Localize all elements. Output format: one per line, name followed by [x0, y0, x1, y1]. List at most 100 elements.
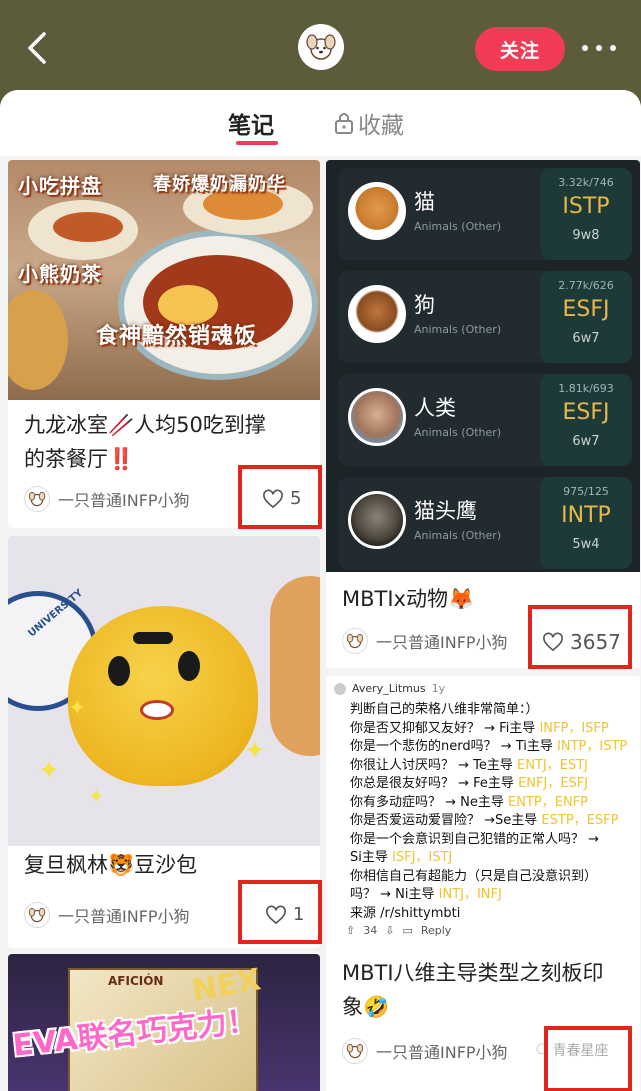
more-options-button[interactable]	[582, 40, 616, 56]
cover-caption: 小吃拼盘	[18, 174, 102, 198]
note-title-line: MBTI八维主导类型之刻板印	[342, 961, 604, 985]
mbti-category: Animals (Other)	[414, 529, 502, 542]
mbti-type-box: 975/125 INTP 5w4	[540, 477, 632, 569]
cover-caption: 春娇爆奶漏奶华	[153, 174, 286, 195]
dog-avatar-icon	[28, 491, 46, 507]
chevron-left-icon	[28, 32, 46, 64]
mbti-types-highlight: ENTP，ENFP	[503, 794, 588, 810]
reddit-comment-line: 你是否爱运动爱冒险？ →Se主导 ESTP，ESFP	[350, 809, 618, 828]
author-avatar	[342, 628, 368, 654]
content-panel: 笔记 收藏 小吃拼盘 春娇爆奶漏奶华 小熊奶茶 食神黯然销魂饭 九龙冰室🥢人均5…	[0, 90, 641, 1091]
reddit-age: 1y	[431, 682, 446, 695]
highlight-box	[238, 880, 322, 944]
reddit-comment-text: 你有多动症吗？ → Ne主导	[350, 794, 504, 810]
more-dot-icon	[610, 45, 616, 51]
tab-favorites[interactable]: 收藏	[334, 106, 404, 140]
note-cover-image: 小吃拼盘 春娇爆奶漏奶华 小熊奶茶 食神黯然销魂饭	[8, 160, 320, 400]
mbti-types-highlight: ENTJ，ESTJ	[512, 757, 588, 773]
reddit-comment-text: Si主导	[350, 850, 388, 865]
note-author[interactable]: 一只普通INFP小狗	[24, 486, 190, 512]
mbti-type-box: 2.77k/626 ESFJ 6w7	[540, 271, 632, 363]
highlight-box	[544, 1026, 632, 1091]
author-name: 一只普通INFP小狗	[376, 633, 508, 652]
reddit-comment-line: Si主导 ISFJ，ISTJ	[350, 846, 452, 865]
reddit-comment-line: 你很让人讨厌吗？ → Te主导 ENTJ，ESTJ	[350, 754, 588, 773]
reply-label: Reply	[420, 924, 452, 937]
author-avatar	[24, 486, 50, 512]
dog-icon	[348, 285, 406, 343]
mbti-wing: 9w8	[572, 228, 600, 243]
reddit-comment-text: 你是一个会意识到自己犯错的正常人吗？ →	[350, 831, 600, 847]
note-card-mbti-animals[interactable]: 猫 Animals (Other) 3.32k/746 ISTP 9w8 狗 A…	[326, 160, 640, 668]
mbti-stat: 3.32k/746	[558, 176, 614, 189]
note-title-line: 象🤣	[342, 995, 390, 1019]
cover-caption: 小熊奶茶	[18, 262, 102, 286]
profile-avatar[interactable]	[298, 24, 344, 70]
mbti-name: 狗	[414, 293, 435, 317]
mbti-types-highlight: INFP，ISFP	[535, 720, 609, 736]
reddit-comment-line: 你有多动症吗？ → Ne主导 ENTP，ENFP	[350, 791, 588, 810]
mbti-type-box: 1.81k/693 ESFJ 6w7	[540, 374, 632, 466]
author-avatar	[342, 1038, 368, 1064]
mbti-category: Animals (Other)	[414, 426, 502, 439]
author-name: 一只普通INFP小狗	[58, 907, 190, 926]
highlight-box	[238, 465, 322, 529]
reddit-avatar-icon	[334, 682, 346, 695]
note-title-line: 九龙冰室🥢人均50吃到撑	[24, 413, 266, 437]
note-author[interactable]: 一只普通INFP小狗	[342, 628, 508, 654]
mbti-type-box: 3.32k/746 ISTP 9w8	[540, 168, 632, 260]
note-title-line: 复旦枫林🐯豆沙包	[24, 853, 198, 877]
reddit-comment-line: 来源 /r/shittymbti	[350, 902, 460, 921]
note-title: 复旦枫林🐯豆沙包	[24, 848, 197, 882]
reply-icon: ▭	[402, 924, 413, 937]
note-card-chocolate[interactable]: AFICIÓN NEX EVA联名巧克力！	[8, 954, 320, 1091]
mbti-stat: 1.81k/693	[558, 382, 614, 395]
mbti-stat: 2.77k/626	[558, 279, 614, 292]
mbti-types-highlight: ISFJ，ISTJ	[387, 850, 453, 865]
reddit-comment-text: 你很让人讨厌吗？ → Te主导	[350, 757, 513, 773]
reddit-comment-text: 你总是很友好吗？ → Fe主导	[350, 776, 514, 791]
tab-notes[interactable]: 笔记	[228, 106, 274, 140]
reddit-comment-line: 你是一个悲伤的nerd吗？ → Ti主导 INTP，ISTP	[350, 735, 627, 754]
active-tab-indicator	[236, 141, 278, 145]
note-author[interactable]: 一只普通INFP小狗	[342, 1038, 508, 1064]
mbti-types-highlight: INTP，ISTP	[552, 739, 628, 754]
mbti-wing: 6w7	[572, 331, 600, 346]
note-title: MBTI八维主导类型之刻板印 象🤣	[342, 956, 604, 1024]
reddit-comment-text: 你是否爱运动爱冒险？ →Se主导	[350, 813, 538, 828]
reddit-comment-text: 你是否又抑郁又友好？ → Fi主导	[350, 720, 536, 736]
reddit-comment-line: 判断自己的荣格八维非常简单：）	[350, 698, 539, 717]
more-dot-icon	[596, 45, 602, 51]
note-cover-image: AFICIÓN NEX EVA联名巧克力！	[8, 954, 320, 1091]
note-cover-image: UNIVERSITY ✦ ✦ ✦ ✦	[8, 536, 320, 846]
upvote-icon: ⇧	[346, 924, 356, 937]
mbti-types-highlight: ENFJ，ESFJ	[513, 776, 589, 791]
mbti-type: ESFJ	[562, 297, 610, 322]
cover-caption: AFICIÓN	[108, 974, 164, 988]
back-button[interactable]	[22, 28, 52, 68]
cat-icon	[348, 182, 406, 240]
note-title: 九龙冰室🥢人均50吃到撑 的茶餐厅‼️	[24, 408, 266, 476]
reddit-comment-text: 来源 /r/shittymbti	[350, 905, 461, 921]
note-title: MBTIx动物🦊	[342, 582, 474, 616]
author-name: 一只普通INFP小狗	[58, 491, 190, 510]
reddit-username: Avery_Litmus	[352, 682, 426, 695]
vote-count: 34	[363, 924, 378, 937]
owl-icon	[348, 491, 406, 549]
mbti-row: 人类 Animals (Other) 1.81k/693 ESFJ 6w7	[338, 374, 632, 466]
highlight-box	[528, 605, 632, 669]
more-dot-icon	[582, 45, 588, 51]
reddit-comment-line: 你是否又抑郁又友好？ → Fi主导 INFP，ISFP	[350, 717, 609, 736]
lock-icon	[335, 113, 353, 134]
reddit-comment-text: 吗？ → Ni主导	[350, 887, 435, 902]
follow-button[interactable]: 关注	[475, 27, 565, 71]
note-title-line: MBTIx动物🦊	[342, 587, 475, 611]
dog-avatar-icon	[28, 907, 46, 923]
note-author[interactable]: 一只普通INFP小狗	[24, 902, 190, 928]
mbti-category: Animals (Other)	[414, 220, 502, 233]
dog-avatar-icon	[306, 34, 336, 60]
mbti-types-highlight: ESTP，ESFP	[537, 813, 619, 828]
author-avatar	[24, 902, 50, 928]
reddit-comment-text: 你相信自己有超能力（只是自己没意识到）	[350, 868, 598, 884]
reddit-comment-text: 你是一个悲伤的nerd吗？ → Ti主导	[350, 739, 553, 754]
